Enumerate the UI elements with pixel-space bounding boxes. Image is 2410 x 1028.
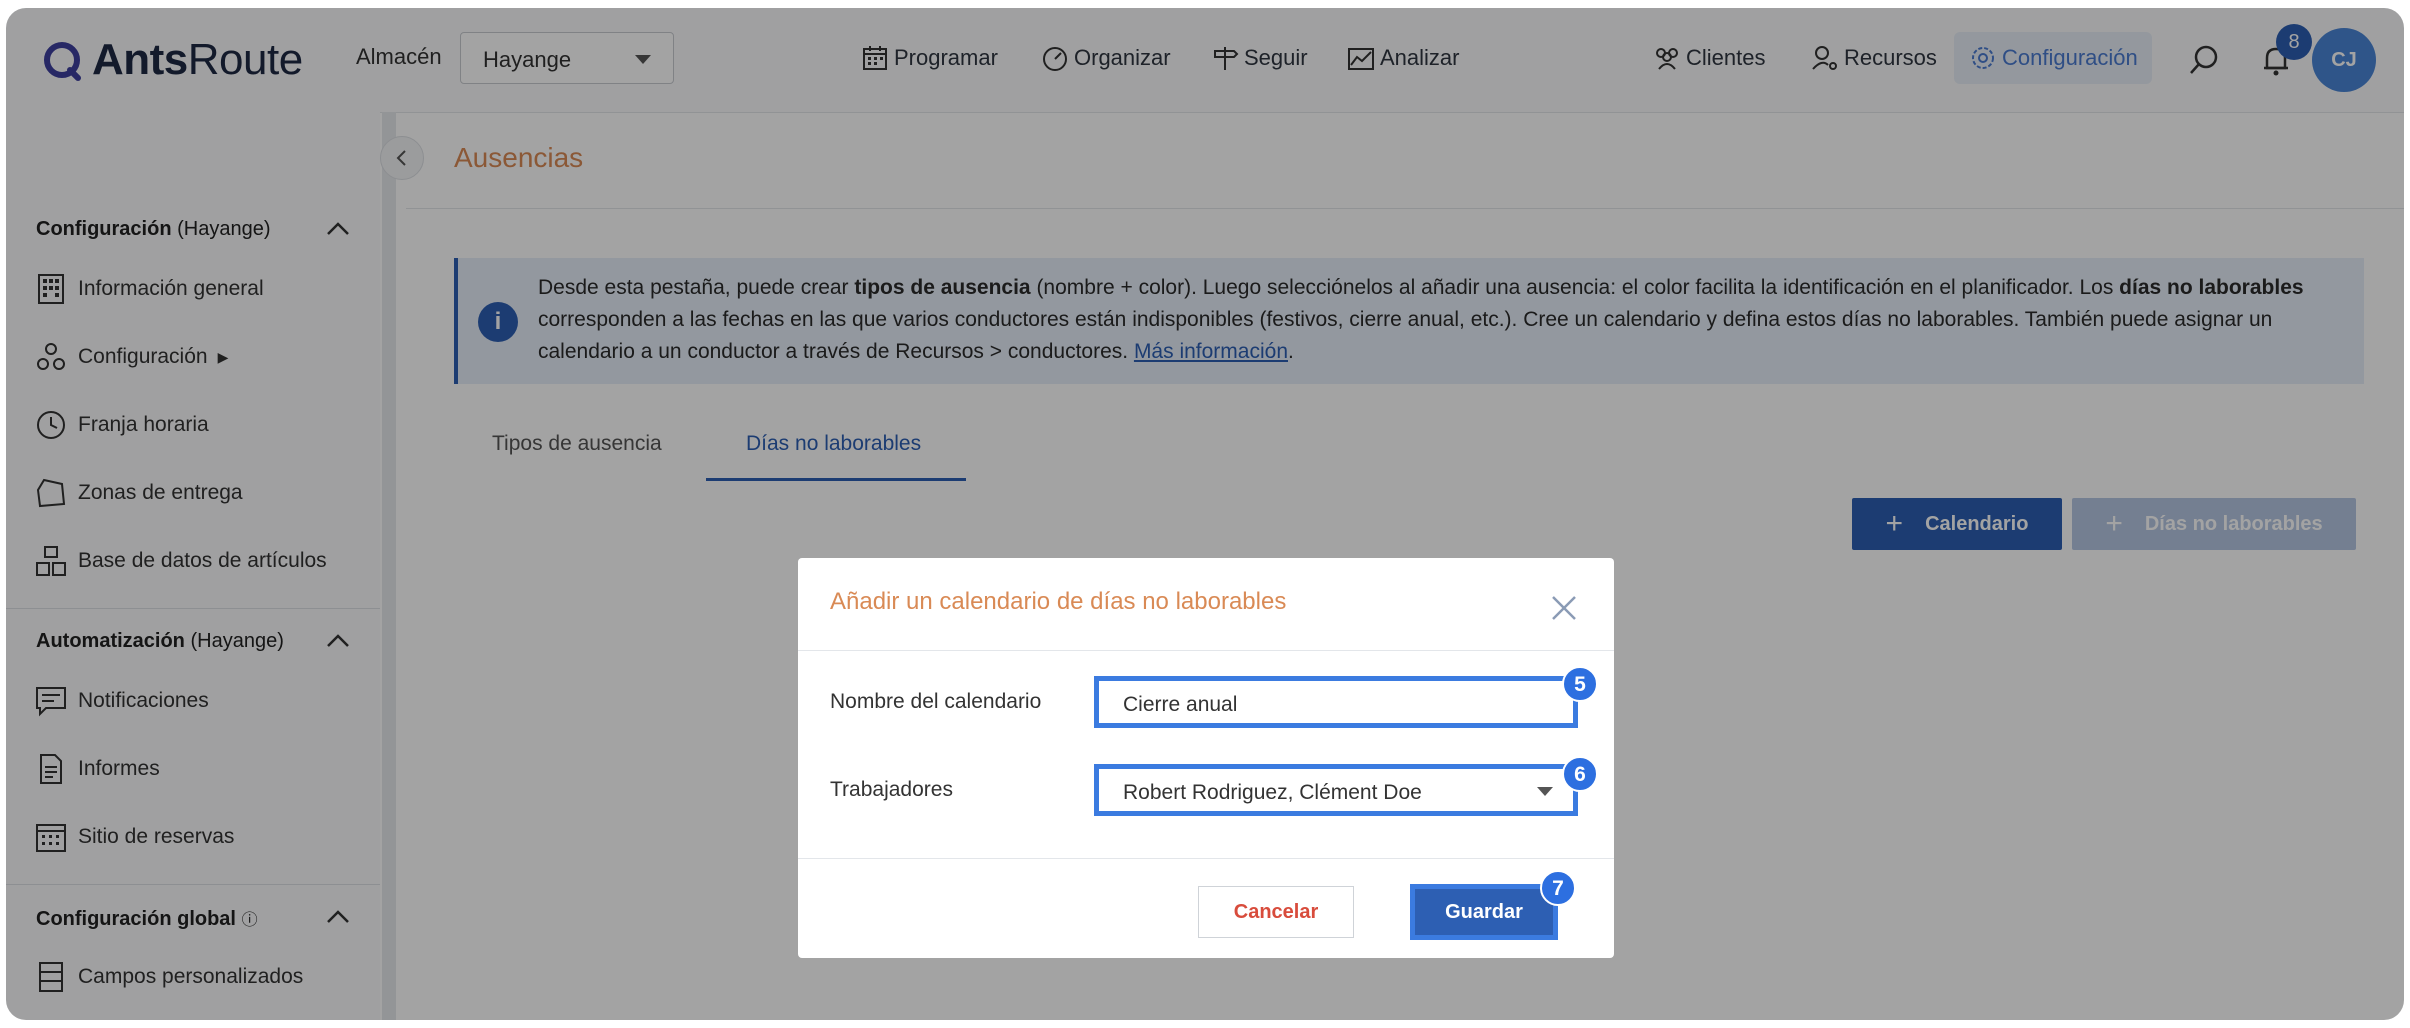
calendar-name-input[interactable]: Cierre anual (1094, 676, 1578, 728)
step-badge: 6 (1562, 756, 1598, 792)
add-calendar-dialog: Añadir un calendario de días no laborabl… (798, 558, 1614, 958)
divider (798, 858, 1614, 859)
step-badge: 5 (1562, 666, 1598, 702)
workers-label: Trabajadores (830, 778, 953, 801)
chevron-down-icon (1537, 787, 1553, 796)
cancel-button[interactable]: Cancelar (1198, 886, 1354, 938)
divider (798, 650, 1614, 651)
save-button[interactable]: Guardar (1410, 884, 1558, 940)
close-icon[interactable] (1550, 594, 1578, 622)
calendar-name-label: Nombre del calendario (830, 690, 1042, 713)
workers-select[interactable]: Robert Rodriguez, Clément Doe (1094, 764, 1578, 816)
dialog-title: Añadir un calendario de días no laborabl… (830, 588, 1287, 615)
calendar-name-value: Cierre anual (1123, 693, 1238, 716)
step-badge: 7 (1540, 870, 1576, 906)
app-window: AntsRoute Almacén Hayange Programar Orga… (6, 8, 2404, 1020)
workers-value: Robert Rodriguez, Clément Doe (1123, 781, 1422, 804)
